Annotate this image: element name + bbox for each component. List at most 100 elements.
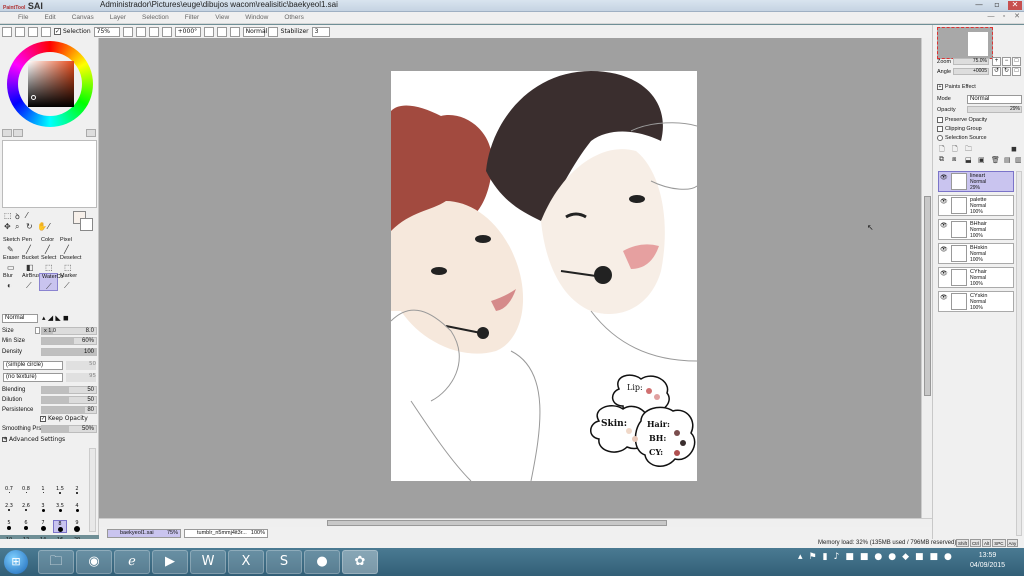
brush-texture-select[interactable]: (no texture) [3, 373, 63, 382]
doc-close-icon[interactable]: ✕ [1012, 13, 1022, 22]
brush-shape-select[interactable]: (simple circle) [3, 361, 63, 370]
brush-preset-9[interactable]: 9 [70, 520, 84, 532]
tool-pixel[interactable]: Pixel ╱ [58, 237, 77, 255]
nav-zoom-in-icon[interactable]: + [992, 57, 1001, 66]
brush-preset-2[interactable]: 2 [70, 486, 84, 494]
tray-expand-icon[interactable]: ▴ [798, 552, 803, 562]
zoom-tool-icon[interactable]: ⌕ [15, 222, 19, 232]
scratchpad[interactable] [2, 140, 97, 208]
taskbar-clock[interactable]: 13:59 04/09/2015 [970, 551, 1005, 571]
tray-app4-icon[interactable]: ● [888, 552, 896, 562]
painttool-sai-taskbar-icon[interactable]: ✿ [342, 550, 378, 574]
tool-blur[interactable]: Blur ◐ [1, 273, 20, 291]
layer-visibility-eye-icon[interactable]: 👁 [940, 222, 948, 229]
copy-layer-icon[interactable]: ⧉ [939, 156, 944, 164]
menu-window[interactable]: Window [245, 14, 268, 21]
tip-shape-icons[interactable]: ▴ ◢ ◣ ◼ [42, 314, 69, 322]
tray-volume-icon[interactable]: ♪ [834, 552, 840, 562]
deselect-icon[interactable] [28, 26, 38, 37]
layer-visibility-eye-icon[interactable]: 👁 [940, 294, 948, 301]
menu-others[interactable]: Others [284, 14, 304, 21]
nav-rotate-right-icon[interactable]: ↻ [1002, 67, 1011, 76]
move-icon[interactable]: ✥ [4, 222, 11, 231]
nav-rotate-left-icon[interactable]: ↺ [992, 67, 1001, 76]
texture-strength[interactable]: 95 [66, 373, 96, 382]
tool-bucket[interactable]: Bucket ◧ [20, 255, 39, 273]
flip-icon[interactable] [267, 26, 278, 37]
menu-edit[interactable]: Edit [44, 14, 55, 21]
stabilizer-select[interactable]: 3 [311, 26, 330, 37]
invert-selection-icon[interactable] [41, 26, 51, 37]
explorer-taskbar-icon[interactable]: 🗀 [38, 550, 74, 574]
merge-down-icon[interactable]: ⬓ [965, 156, 972, 164]
zoom-out-icon[interactable] [135, 26, 146, 37]
new-layer-icon[interactable]: 🗋 [939, 145, 945, 156]
brush-preset-0_8[interactable]: 0.8 [19, 486, 33, 493]
swatch-left-button[interactable] [2, 129, 12, 137]
zoom-reset-icon[interactable] [148, 26, 159, 37]
tray-app1-icon[interactable]: ■ [845, 552, 854, 562]
brush-preset-6[interactable]: 6 [19, 520, 33, 530]
brush-preset-7[interactable]: 7 [36, 520, 50, 531]
doc-tab-tumblr[interactable]: tumblr_n5mmj4it3r... 100% [184, 529, 268, 538]
layers-scrollbar[interactable] [1016, 171, 1022, 536]
layer-item-bhskin[interactable]: 👁 BHskin Normal 100% [938, 243, 1014, 264]
minimize-icon[interactable]: — [972, 1, 986, 10]
word-taskbar-icon[interactable]: W [190, 550, 226, 574]
maximize-icon[interactable]: ▫ [990, 1, 1004, 10]
new-folder-icon[interactable]: 🗀 [965, 145, 972, 156]
brush-preset-4[interactable]: 4 [70, 503, 84, 512]
brush-preset-2_6[interactable]: 2.6 [19, 503, 33, 511]
tool-color[interactable]: Color ╱ [39, 237, 58, 255]
smoothing-row[interactable]: Smoothing Prs 50% [1, 425, 97, 434]
preserve-opacity-checkbox[interactable]: Preserve Opacity [937, 117, 987, 123]
brush-preset-3_5[interactable]: 3.5 [53, 503, 67, 512]
brush-preset-8[interactable]: 8 [53, 520, 67, 533]
dilution-row[interactable]: Dilution 50 [1, 396, 97, 405]
brush-preset-5[interactable]: 5 [2, 520, 16, 530]
clear-layer-icon[interactable]: ▣ [978, 156, 985, 164]
artwork-canvas[interactable]: Lip: Skin: Hair: BH: CY: [391, 71, 697, 481]
tray-network-icon[interactable]: ▮ [823, 552, 828, 562]
canvas-vertical-scrollbar[interactable] [921, 38, 932, 518]
shape-strength[interactable]: 50 [66, 361, 96, 370]
tray-app6-icon[interactable]: ■ [915, 552, 924, 562]
layer-visibility-eye-icon[interactable]: 👁 [940, 174, 948, 181]
rotation-field[interactable]: +000° [174, 26, 201, 37]
redo-icon[interactable] [15, 26, 25, 37]
blending-row[interactable]: Blending 50 [1, 386, 97, 395]
density-row[interactable]: Density 100 [1, 348, 97, 357]
delete-layer-icon[interactable]: 🗑 [991, 156, 1000, 164]
ie-taskbar-icon[interactable]: ℯ [114, 550, 150, 574]
nav-zoom-reset-icon[interactable]: □ [1012, 57, 1021, 66]
layer-settings-icon[interactable]: ▥ [1015, 156, 1022, 164]
layer-visibility-eye-icon[interactable]: 👁 [940, 198, 948, 205]
tool-select[interactable]: Select ⬚ [39, 255, 58, 273]
game-taskbar-icon[interactable]: ● [304, 550, 340, 574]
tray-flag-icon[interactable]: ⚑ [809, 552, 817, 562]
presets-scrollbar[interactable] [89, 448, 96, 532]
tool-airbrush[interactable]: AirBrush ⟋ [20, 273, 43, 291]
tray-app7-icon[interactable]: ■ [930, 552, 939, 562]
doc-minimize-icon[interactable]: — [986, 13, 996, 22]
media-player-taskbar-icon[interactable]: ▶ [152, 550, 188, 574]
tool-eraser[interactable]: Eraser ▭ [1, 255, 20, 273]
layer-visibility-eye-icon[interactable]: 👁 [940, 246, 948, 253]
layer-item-palette[interactable]: 👁 palette Normal 100% [938, 195, 1014, 216]
magic-wand-icon[interactable]: ⁄ [26, 211, 27, 220]
merge-layer-icon[interactable]: ⧈ [952, 156, 956, 164]
brush-preset-0_7[interactable]: 0.7 [2, 486, 16, 493]
menu-layer[interactable]: Layer [110, 14, 126, 21]
nav-angle-slider[interactable]: +0005 [953, 68, 989, 75]
background-color[interactable] [80, 218, 93, 231]
menu-view[interactable]: View [215, 14, 229, 21]
zoom-field[interactable]: 75% [93, 26, 120, 37]
layer-menu-icon[interactable]: ◼ [1011, 145, 1017, 153]
rotate-tool-icon[interactable]: ↻ [26, 222, 33, 231]
fit-icon[interactable] [161, 26, 172, 37]
selection-source-checkbox[interactable]: Selection Source [937, 135, 987, 141]
lasso-icon[interactable]: ꝺ [15, 211, 20, 222]
saturation-value-square[interactable] [28, 61, 74, 107]
zoom-in-icon[interactable] [122, 26, 133, 37]
rotate-left-icon[interactable] [203, 26, 214, 37]
